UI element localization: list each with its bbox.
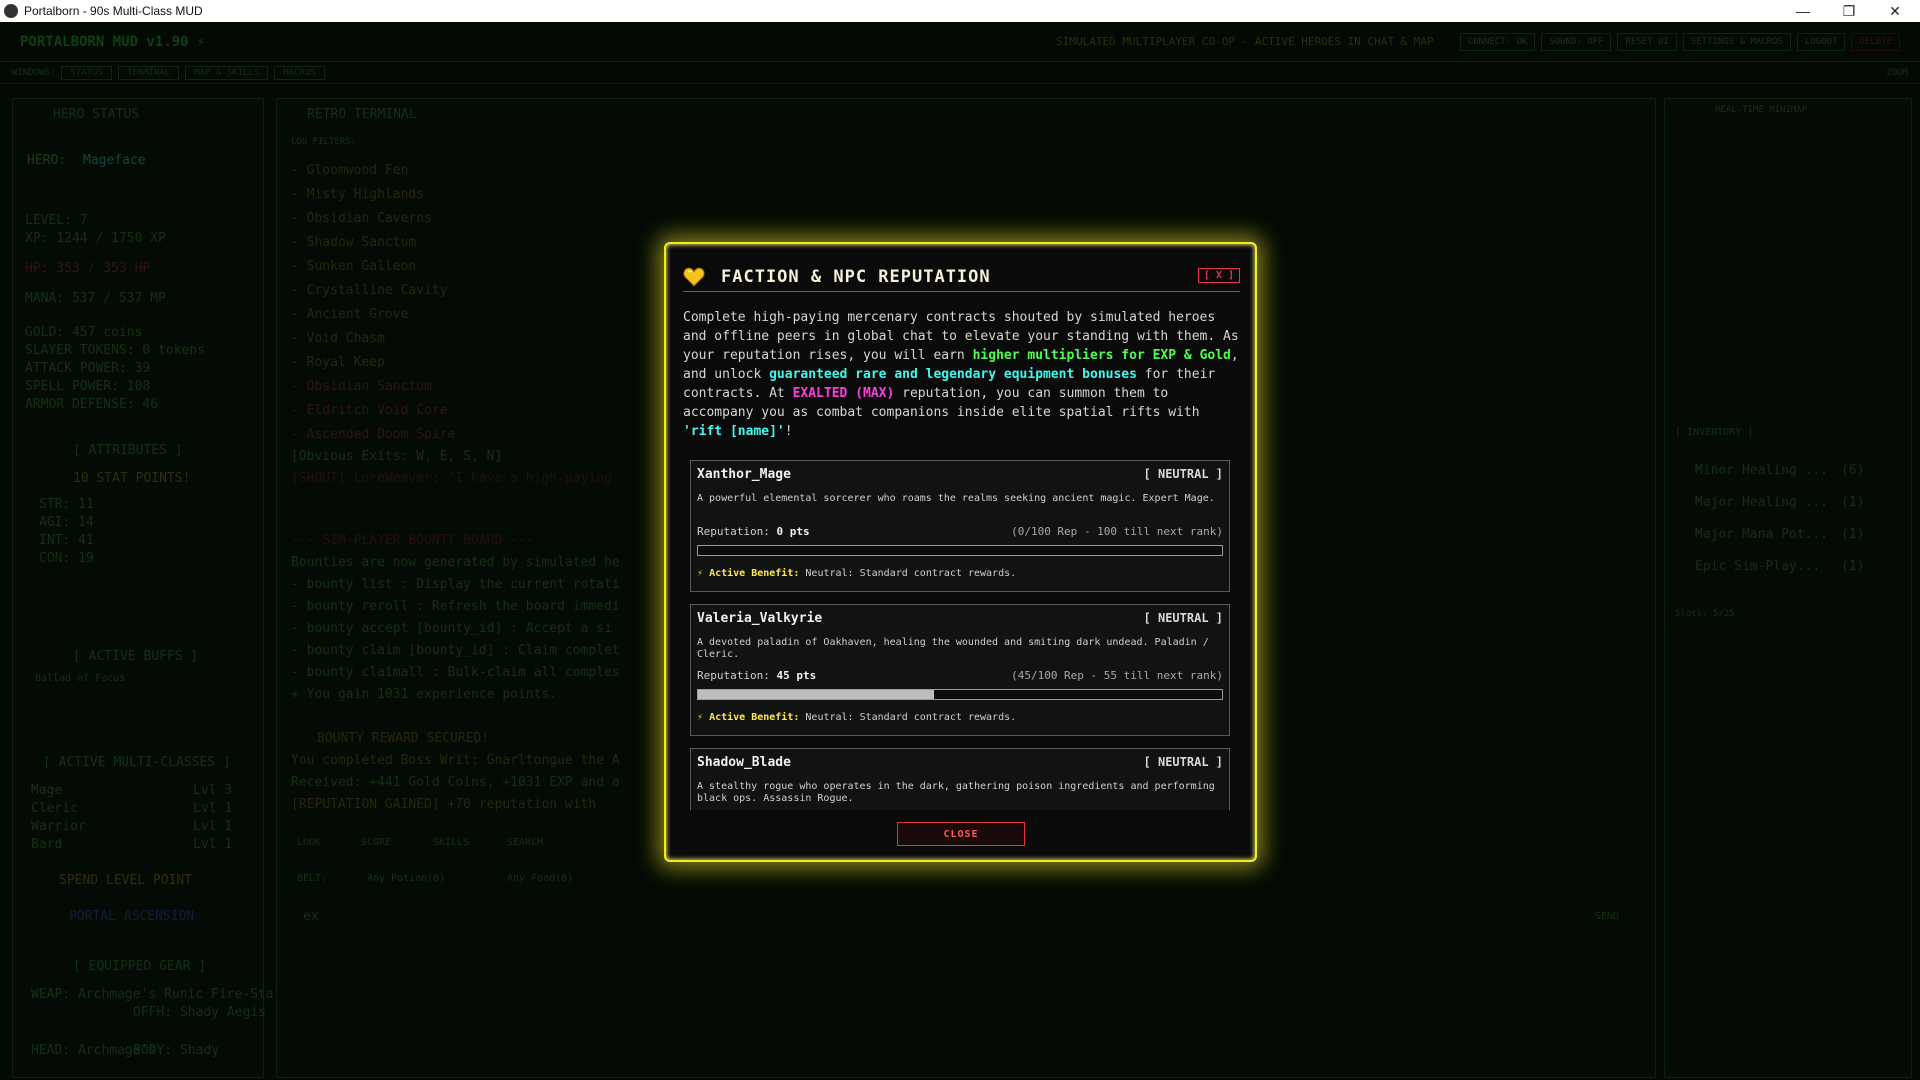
- minimize-button[interactable]: —: [1780, 0, 1826, 22]
- npc-progress-bar: [697, 689, 1223, 700]
- benefit-label: Active Benefit:: [709, 568, 800, 579]
- reputation-label: Reputation:: [697, 669, 770, 682]
- npc-benefit: ⚡ Active Benefit: Neutral: Standard cont…: [697, 568, 1016, 579]
- benefit-text: Neutral: Standard contract rewards.: [805, 568, 1017, 579]
- npc-name: Shadow_Blade: [697, 755, 791, 770]
- intro-text-5: !: [784, 424, 793, 439]
- modal-close-x-button[interactable]: [ X ]: [1197, 268, 1240, 283]
- npc-reputation-list[interactable]: Xanthor_Mage [ NEUTRAL ] A powerful elem…: [688, 456, 1243, 810]
- lightning-icon: ⚡: [697, 568, 704, 579]
- window-titlebar: Portalborn - 90s Multi-Class MUD — ❐ ✕: [0, 0, 1920, 22]
- modal-title: FACTION & NPC REPUTATION: [721, 266, 991, 287]
- npc-rank: [ NEUTRAL ]: [1143, 611, 1223, 625]
- npc-card: Xanthor_Mage [ NEUTRAL ] A powerful elem…: [690, 460, 1230, 592]
- window-title: Portalborn - 90s Multi-Class MUD: [24, 4, 203, 18]
- window-close-button[interactable]: ✕: [1872, 0, 1918, 22]
- npc-reputation: Reputation: 0 pts: [697, 525, 810, 538]
- restore-button[interactable]: ❐: [1826, 0, 1872, 22]
- npc-description: A stealthy rogue who operates in the dar…: [697, 781, 1215, 804]
- reputation-modal: FACTION & NPC REPUTATION [ X ] Complete …: [664, 242, 1257, 862]
- close-button[interactable]: CLOSE: [897, 822, 1025, 846]
- intro-highlight-exalted: EXALTED (MAX): [792, 386, 895, 401]
- npc-progress-fill: [698, 690, 934, 699]
- reputation-value: 0 pts: [776, 525, 810, 538]
- intro-highlight-equipment: guaranteed rare and legendary equipment …: [769, 367, 1137, 382]
- npc-rank: [ NEUTRAL ]: [1143, 755, 1223, 769]
- npc-progress-text: (45/100 Rep - 55 till next rank): [1011, 669, 1223, 682]
- npc-card: Shadow_Blade [ NEUTRAL ] A stealthy rogu…: [690, 748, 1230, 810]
- npc-name: Valeria_Valkyrie: [697, 611, 823, 626]
- npc-description: A devoted paladin of Oakhaven, healing t…: [697, 637, 1209, 660]
- reputation-value: 45 pts: [776, 669, 817, 682]
- benefit-text: Neutral: Standard contract rewards.: [805, 712, 1017, 723]
- npc-progress-text: (0/100 Rep - 100 till next rank): [1011, 525, 1223, 538]
- app-icon: [4, 4, 18, 18]
- npc-reputation: Reputation: 45 pts: [697, 669, 816, 682]
- reputation-label: Reputation:: [697, 525, 770, 538]
- npc-benefit: ⚡ Active Benefit: Neutral: Standard cont…: [697, 712, 1016, 723]
- heart-icon: [683, 266, 705, 287]
- intro-highlight-rift: 'rift [name]': [683, 424, 785, 439]
- npc-progress-bar: [697, 545, 1223, 556]
- modal-intro: Complete high-paying mercenary contracts…: [683, 308, 1243, 441]
- npc-name: Xanthor_Mage: [697, 467, 791, 482]
- modal-header: FACTION & NPC REPUTATION [ X ]: [683, 266, 1240, 292]
- npc-card: Valeria_Valkyrie [ NEUTRAL ] A devoted p…: [690, 604, 1230, 736]
- intro-highlight-multipliers: higher multipliers for EXP & Gold: [972, 348, 1231, 363]
- lightning-icon: ⚡: [697, 712, 704, 723]
- npc-rank: [ NEUTRAL ]: [1143, 467, 1223, 481]
- npc-description: A powerful elemental sorcerer who roams …: [697, 493, 1215, 504]
- benefit-label: Active Benefit:: [709, 712, 800, 723]
